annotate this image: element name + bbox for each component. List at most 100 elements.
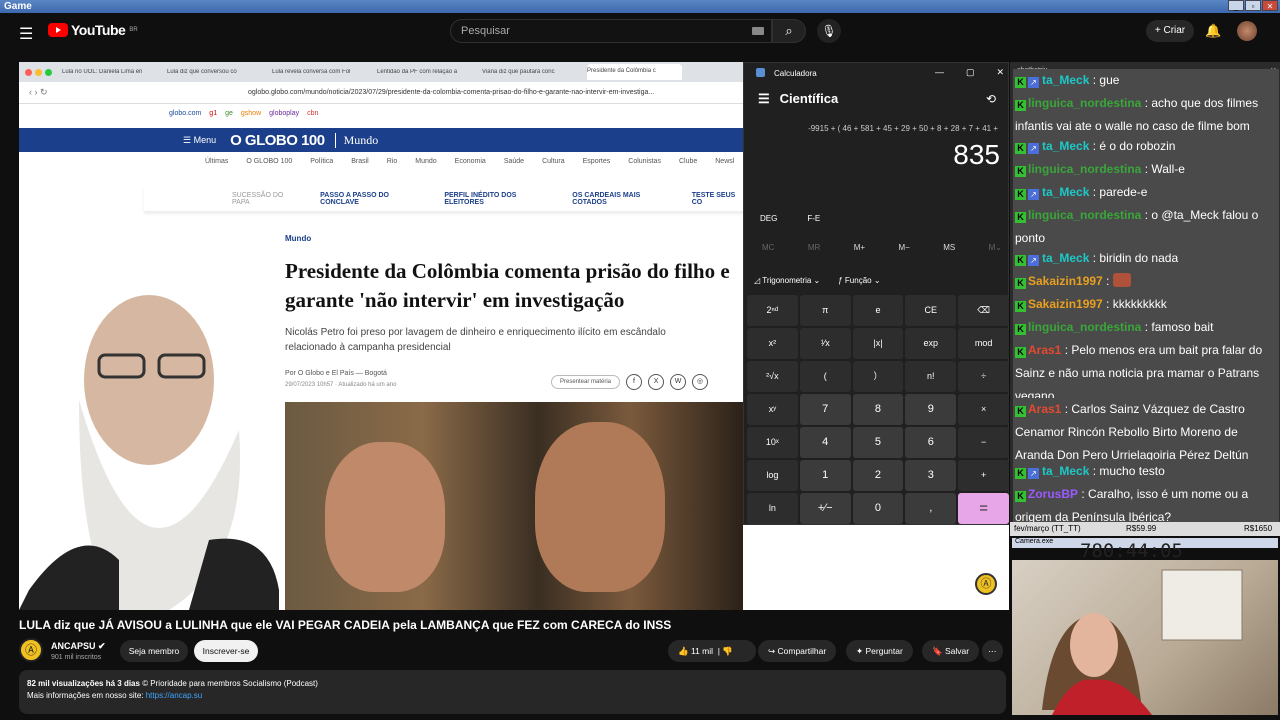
goal-current: R$59.99 <box>1126 524 1157 533</box>
menu-icon[interactable]: ☰ <box>19 24 33 44</box>
close-icon[interactable]: ✕ <box>1262 0 1278 11</box>
browser-tab: Viana diz que pautará conc <box>482 69 555 75</box>
memory-button[interactable]: M⌄ <box>989 243 1002 252</box>
keyboard-icon[interactable] <box>752 27 764 35</box>
calc-key[interactable]: n! <box>905 361 957 392</box>
calc-key[interactable]: ） <box>852 361 904 392</box>
calc-key[interactable]: ⌫ <box>958 295 1009 326</box>
channel-name[interactable]: ANCAPSU ✔ <box>51 641 106 652</box>
calc-key[interactable]: 9 <box>905 394 957 425</box>
calc-key[interactable]: × <box>958 394 1009 425</box>
calc-key[interactable]: mod <box>958 328 1009 359</box>
calc-key[interactable]: , <box>905 493 957 524</box>
search-input[interactable]: Pesquisar <box>450 19 772 43</box>
site-nav-link: Saúde <box>503 157 525 165</box>
article-byline: Por O Globo e El País — Bogotá <box>285 370 387 377</box>
calc-key[interactable]: ( <box>799 361 851 392</box>
search-button[interactable]: ⌕ <box>772 19 806 43</box>
share-button[interactable]: ↪ Compartilhar <box>758 640 837 662</box>
join-button[interactable]: Seja membro <box>120 640 188 662</box>
minimize-icon[interactable]: — <box>935 67 944 78</box>
calc-key[interactable]: xʸ <box>747 394 798 425</box>
trig-dropdown[interactable]: ◿ Trigonometria ⌄ <box>754 276 820 285</box>
bell-icon[interactable]: 🔔 <box>1205 23 1221 39</box>
calc-key[interactable]: |x| <box>852 328 904 359</box>
minimize-icon[interactable]: _ <box>1228 0 1244 11</box>
site-menu: ☰ Menu <box>183 134 217 145</box>
calc-key[interactable]: +⁄− <box>799 493 851 524</box>
site-nav-link: Rio <box>386 157 398 165</box>
subscribe-button[interactable]: Inscrever-se <box>194 640 258 662</box>
calc-key[interactable]: π <box>799 295 851 326</box>
goal-target: R$1650 <box>1244 524 1273 533</box>
calc-key[interactable]: + <box>958 460 1009 491</box>
description-link[interactable]: https://ancap.su <box>146 691 202 700</box>
fe-button[interactable]: F-E <box>807 214 820 223</box>
nav-menu-icon[interactable]: ☰ <box>758 91 770 107</box>
avatar[interactable] <box>1237 21 1257 41</box>
calc-key[interactable]: ln <box>747 493 798 524</box>
calc-key[interactable]: 6 <box>905 427 957 458</box>
bookmark: globo.com <box>169 109 202 117</box>
description-box[interactable]: 82 mil visualizações há 3 dias © Priorid… <box>19 670 1006 714</box>
calc-key[interactable]: = <box>958 493 1009 524</box>
function-dropdown[interactable]: ƒ Função ⌄ <box>838 276 880 285</box>
channel-watermark[interactable]: Ⓐ <box>975 573 997 595</box>
memory-button[interactable]: MR <box>808 243 820 252</box>
maximize-icon[interactable]: ▢ <box>966 67 975 78</box>
calc-key[interactable]: − <box>958 427 1009 458</box>
calc-key[interactable]: 8 <box>852 394 904 425</box>
chat-username: linguica_nordestina <box>1028 208 1142 222</box>
calc-key[interactable]: ¹⁄x <box>799 328 851 359</box>
kick-badge-icon: K <box>1015 324 1026 335</box>
photo-person-right <box>535 422 665 592</box>
chat-text: biridin do nada <box>1099 251 1179 265</box>
site-subnav: SUCESSÃO DO PAPA PASSO A PASSO DO CONCLAV… <box>144 187 744 212</box>
site-nav-link: O GLOBO 100 <box>246 157 293 165</box>
calc-key[interactable]: ²√x <box>747 361 798 392</box>
save-button[interactable]: 🔖 Salvar <box>922 640 980 662</box>
calc-key[interactable]: CE <box>905 295 957 326</box>
article-headline: Presidente da Colômbia comenta prisão do… <box>285 259 730 312</box>
more-options-icon[interactable]: ⋯ <box>982 640 1003 662</box>
maximize-icon[interactable]: ▫ <box>1245 0 1261 11</box>
calc-key[interactable]: e <box>852 295 904 326</box>
calc-key[interactable]: 5 <box>852 427 904 458</box>
memory-button[interactable]: MC <box>762 243 774 252</box>
channel-avatar[interactable]: Ⓐ <box>19 638 43 662</box>
thumb-up-icon: 👍 <box>678 646 689 656</box>
kick-badge-icon: K <box>1015 166 1026 177</box>
calc-key[interactable]: ÷ <box>958 361 1009 392</box>
calc-key[interactable]: 2 <box>852 460 904 491</box>
calc-key[interactable]: exp <box>905 328 957 359</box>
like-dislike-button[interactable]: 👍 11 mil | 👎 <box>668 640 756 662</box>
calculator-result: 835 <box>953 139 1000 170</box>
bookmark: globoplay <box>269 109 300 117</box>
memory-button[interactable]: M− <box>898 243 909 252</box>
create-button[interactable]: + Criar <box>1146 20 1194 42</box>
site-subnav-link: PASSO A PASSO DO CONCLAVE <box>320 192 390 206</box>
calc-key[interactable]: 3 <box>905 460 957 491</box>
calc-key[interactable]: 2ⁿᵈ <box>747 295 798 326</box>
deg-button[interactable]: DEG <box>760 214 777 223</box>
calc-key[interactable]: log <box>747 460 798 491</box>
memory-button[interactable]: M+ <box>854 243 865 252</box>
memory-button[interactable]: MS <box>943 243 955 252</box>
calc-key[interactable]: x² <box>747 328 798 359</box>
calc-key[interactable]: 7 <box>799 394 851 425</box>
calc-key[interactable]: 1 <box>799 460 851 491</box>
youtube-logo[interactable]: YouTube BR <box>48 22 138 38</box>
ask-button[interactable]: ✦ Perguntar <box>846 640 913 662</box>
history-icon[interactable]: ⟲ <box>986 92 996 106</box>
webcam-person <box>1042 569 1243 715</box>
site-nav-link: Clube <box>678 157 698 165</box>
kick-badge-icon: K <box>1015 406 1026 417</box>
search-icon: ⌕ <box>785 23 793 38</box>
site-nav-link: Colunistas <box>628 157 661 165</box>
voice-search-button[interactable]: 🎙 <box>817 19 841 43</box>
close-icon[interactable]: ✕ <box>996 67 1004 78</box>
view-count: 82 mil visualizações há 3 dias <box>27 679 140 688</box>
calc-key[interactable]: 10ˣ <box>747 427 798 458</box>
calc-key[interactable]: 4 <box>799 427 851 458</box>
calc-key[interactable]: 0 <box>852 493 904 524</box>
